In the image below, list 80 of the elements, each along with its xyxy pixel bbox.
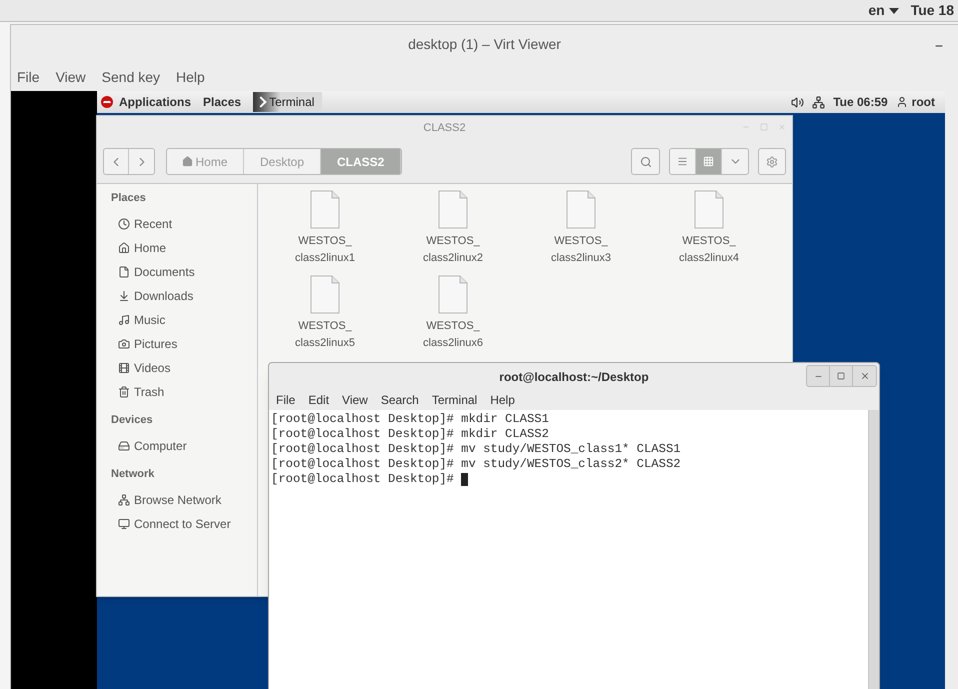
search-button[interactable]	[631, 148, 660, 175]
search-icon	[640, 156, 652, 168]
settings-button[interactable]	[758, 148, 786, 175]
file-name: WESTOS_class2linux1	[294, 234, 356, 266]
settings-icon	[766, 156, 778, 168]
document-icon	[565, 190, 597, 230]
sidebar-item[interactable]: Videos	[111, 356, 257, 380]
sidebar-item[interactable]: Documents	[111, 260, 257, 284]
home-icon	[118, 242, 130, 254]
server-icon	[118, 518, 130, 530]
sidebar-heading: Places	[111, 191, 147, 206]
guest-clock[interactable]: Tue 06:59	[833, 93, 888, 111]
network-icon	[118, 494, 130, 506]
terminal-line: [root@localhost Desktop]# mkdir CLASS1	[271, 412, 549, 427]
menu-item[interactable]: Edit	[308, 391, 330, 409]
close-icon[interactable]	[778, 123, 786, 131]
trash-icon	[118, 386, 130, 398]
list-icon	[677, 156, 688, 167]
places-menu[interactable]: Places	[203, 93, 242, 111]
menu-item[interactable]: View	[56, 66, 86, 88]
maximize-icon	[837, 372, 845, 380]
menu-item[interactable]: Terminal	[432, 391, 478, 409]
file-name: WESTOS_class2linux5	[294, 319, 356, 351]
window-title: CLASS2	[423, 120, 466, 136]
window-title: root@localhost:~/Desktop	[499, 368, 649, 386]
sidebar-item[interactable]: Recent	[111, 212, 257, 236]
document-icon	[309, 275, 341, 315]
sidebar-heading: Devices	[111, 413, 154, 428]
document-icon	[437, 190, 469, 230]
file-name: WESTOS_class2linux3	[550, 234, 612, 266]
home-icon	[182, 156, 194, 167]
terminal-line: [root@localhost Desktop]#	[271, 472, 455, 487]
sidebar-item[interactable]: Connect to Server	[111, 512, 257, 536]
sidebar-item[interactable]: Home	[111, 236, 257, 260]
sidebar-item[interactable]: Downloads	[111, 284, 257, 308]
downloads-icon	[118, 290, 130, 302]
document-icon	[437, 275, 469, 315]
sidebar-item[interactable]: Music	[111, 308, 257, 332]
menu-item[interactable]: File	[17, 66, 40, 88]
clock[interactable]: Tue 18	[910, 0, 954, 21]
terminal-line: [root@localhost Desktop]# mv study/WESTOS_class1* CLASS1	[271, 442, 681, 457]
menu-item[interactable]: View	[342, 391, 368, 409]
language-indicator[interactable]: en	[868, 0, 885, 21]
user-icon	[896, 96, 908, 108]
volume-icon[interactable]	[791, 96, 804, 108]
document-icon	[309, 190, 341, 230]
terminal-line: [root@localhost Desktop]# mkdir CLASS2	[271, 427, 549, 442]
file-name: WESTOS_class2linux4	[678, 234, 740, 266]
cursor	[461, 473, 468, 486]
taskbar-item[interactable]: Terminal	[253, 92, 322, 112]
terminal-line: [root@localhost Desktop]# mv study/WESTOS_class2* CLASS2	[271, 457, 681, 472]
menu-item[interactable]: Help	[490, 391, 515, 409]
music-icon	[118, 314, 130, 326]
file-name: WESTOS_class2linux6	[422, 319, 484, 351]
close-icon	[860, 371, 870, 381]
recent-icon	[118, 218, 130, 230]
grid-icon	[703, 156, 714, 167]
documents-icon	[118, 266, 130, 278]
caret-icon	[888, 8, 899, 14]
sidebar-item[interactable]: Browse Network	[111, 488, 257, 512]
user-menu[interactable]: root	[912, 93, 935, 111]
menu-item[interactable]: Help	[176, 66, 205, 88]
window-title: desktop (1) – Virt Viewer	[408, 34, 561, 54]
computer-icon	[118, 440, 130, 452]
scrollbar[interactable]	[868, 410, 879, 689]
document-icon	[693, 190, 725, 230]
file-name: WESTOS_class2linux2	[422, 234, 484, 266]
pictures-icon	[118, 338, 130, 350]
videos-icon	[118, 362, 130, 374]
sidebar-heading: Network	[111, 467, 156, 482]
maximize-icon[interactable]	[760, 123, 768, 131]
menu-item[interactable]: Search	[380, 391, 419, 409]
applications-menu[interactable]: Applications	[119, 93, 192, 111]
grid-view-button[interactable]	[696, 149, 722, 174]
menu-item[interactable]: File	[276, 391, 296, 409]
sidebar-item[interactable]: Computer	[111, 434, 257, 458]
network-icon[interactable]	[812, 96, 826, 108]
sidebar-item[interactable]: Trash	[111, 380, 257, 404]
menu-item[interactable]: Send key	[102, 66, 160, 88]
sidebar-item[interactable]: Pictures	[111, 332, 257, 356]
